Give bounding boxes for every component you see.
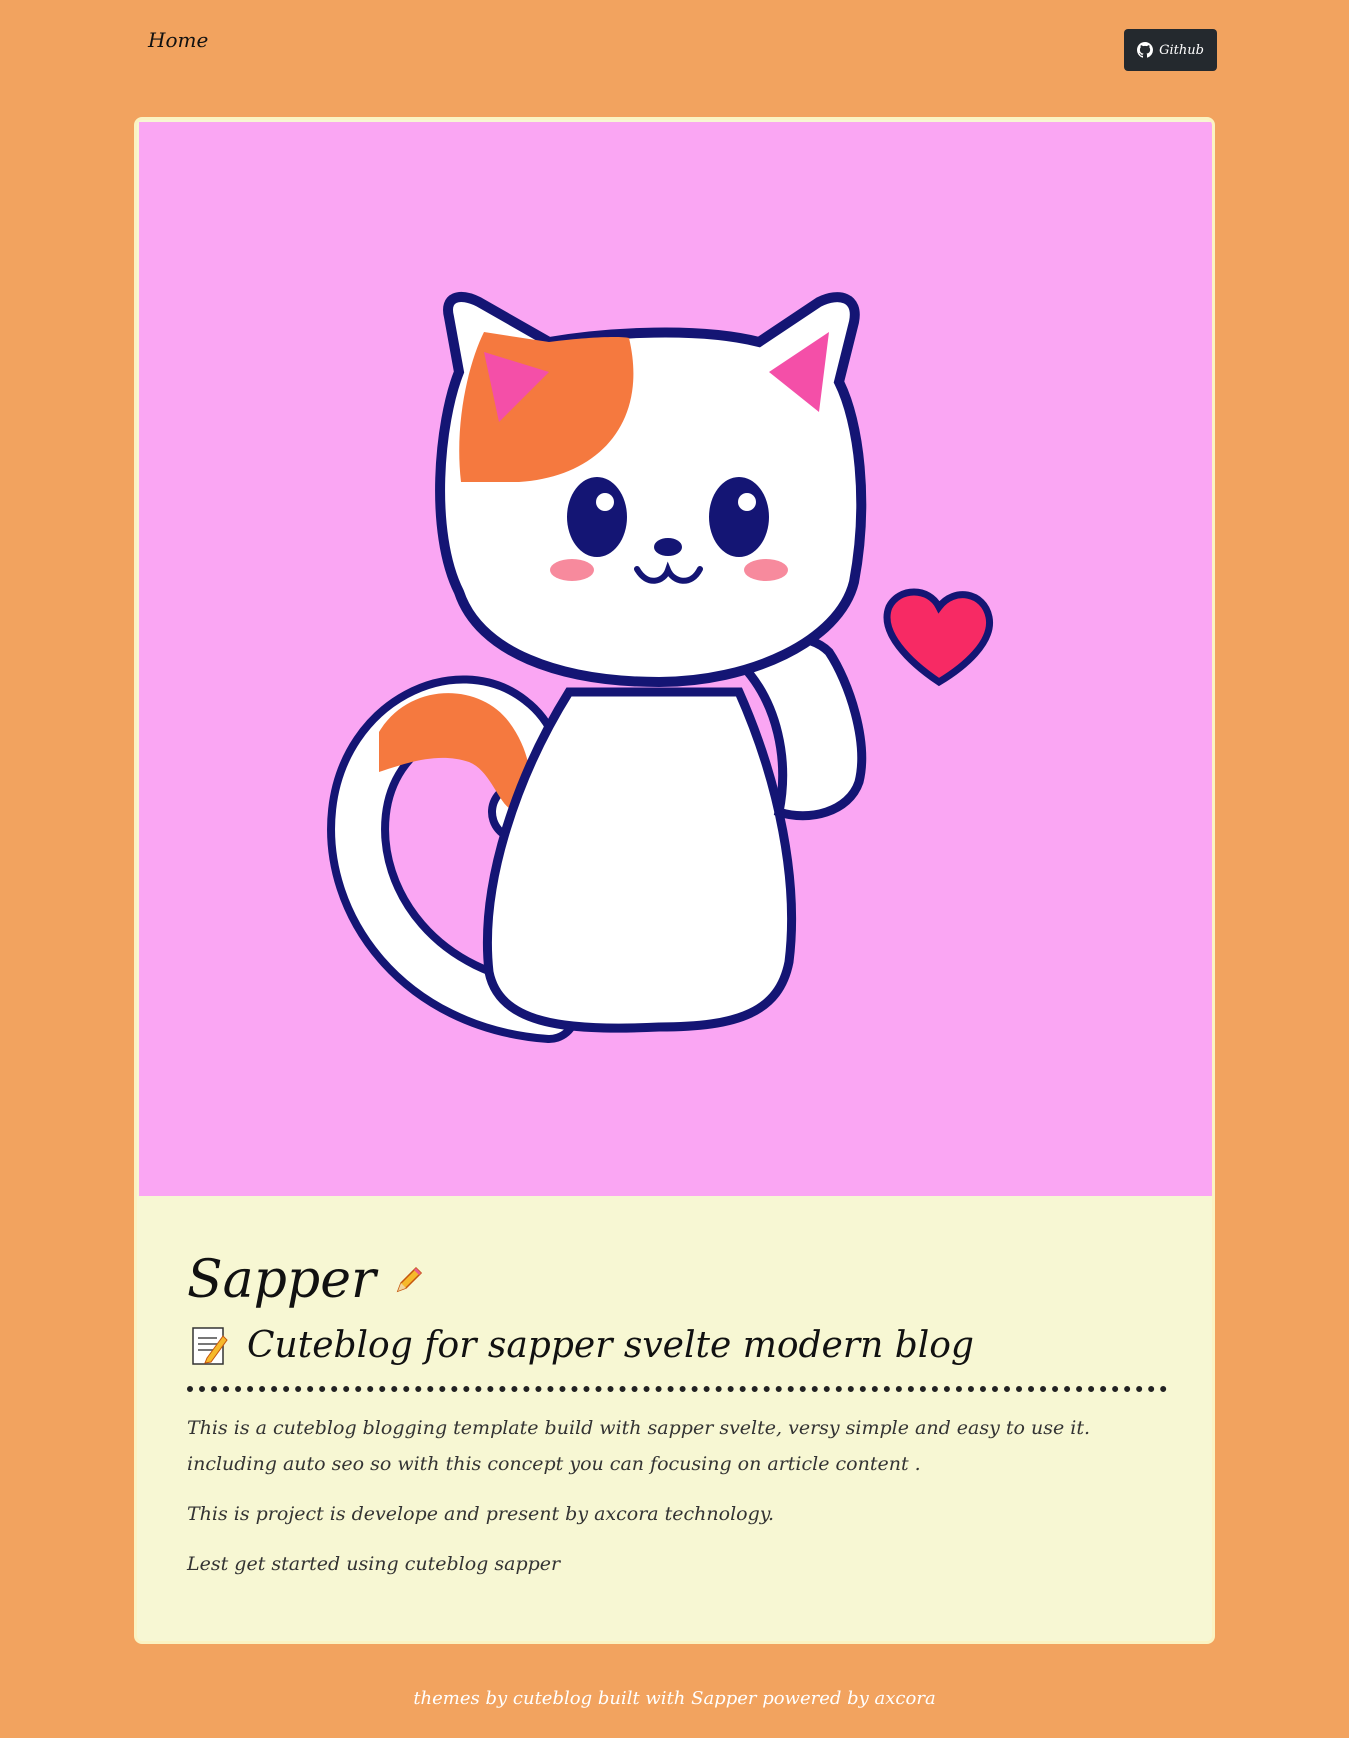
nav-home-link[interactable]: Home — [148, 28, 208, 52]
github-button[interactable]: Github — [1124, 29, 1217, 71]
post-subtitle: Cuteblog for sapper svelte modern blog — [187, 1318, 1167, 1392]
github-button-label: Github — [1159, 42, 1204, 58]
memo-icon — [192, 1327, 228, 1365]
post-content: Sapper Cuteblog for sapper svelte modern… — [187, 1248, 1167, 1582]
post-title: Sapper — [187, 1248, 1167, 1312]
post-subtitle-text: Cuteblog for sapper svelte modern blog — [247, 1325, 974, 1366]
post-title-text: Sapper — [187, 1250, 376, 1310]
post-paragraph: This is project is develope and present … — [187, 1503, 775, 1525]
post-paragraph: This is a cuteblog blogging template bui… — [187, 1417, 1091, 1475]
hero-image — [139, 122, 1212, 1196]
post-paragraph: Lest get started using cuteblog sapper — [187, 1553, 561, 1575]
cat-illustration — [327, 292, 993, 1043]
github-icon — [1137, 42, 1154, 58]
pencil-icon — [396, 1266, 422, 1293]
top-nav: Home Github — [0, 0, 1349, 100]
footer-text[interactable]: themes by cuteblog built with Sapper pow… — [413, 1688, 935, 1709]
post-card: Sapper Cuteblog for sapper svelte modern… — [134, 117, 1215, 1644]
footer: themes by cuteblog built with Sapper pow… — [0, 1688, 1349, 1709]
